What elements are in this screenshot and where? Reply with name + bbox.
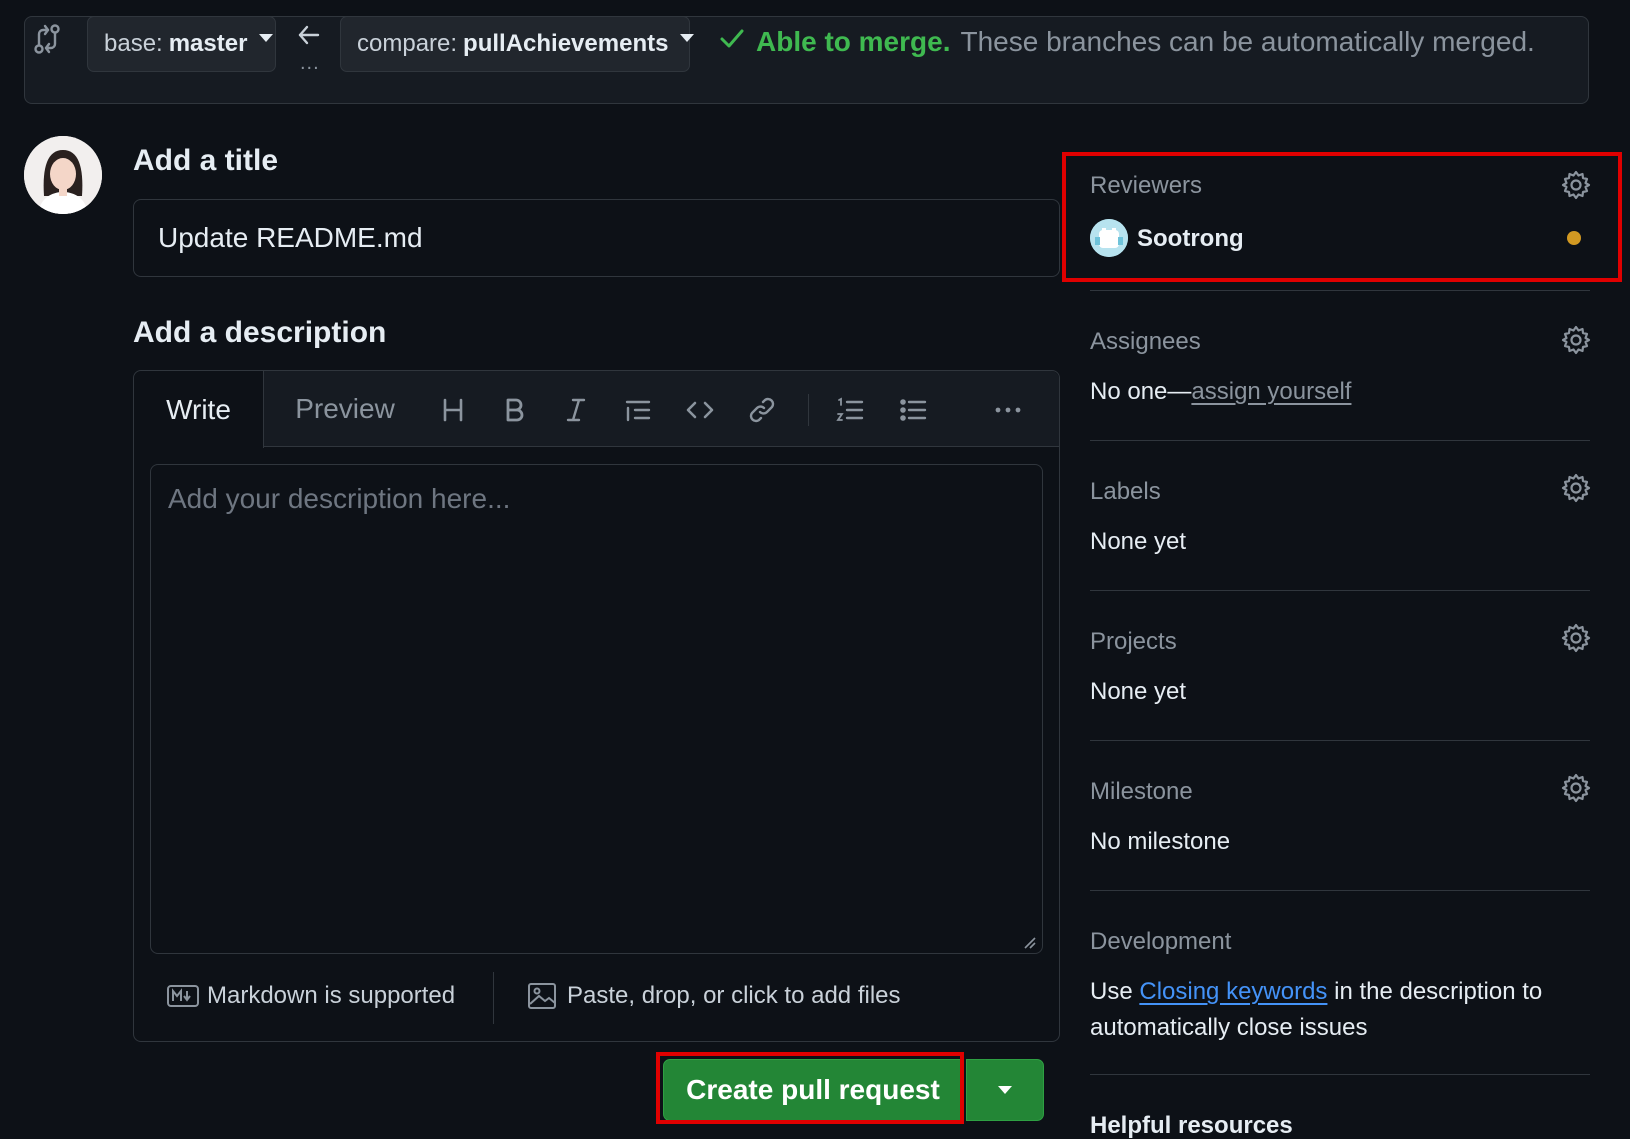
- sidebar-divider: [1090, 440, 1590, 441]
- sidebar-divider: [1090, 590, 1590, 591]
- title-heading: Add a title: [133, 144, 279, 177]
- reviewers-label: Reviewers: [1090, 172, 1203, 199]
- check-icon: [718, 24, 746, 59]
- projects-label: Projects: [1090, 628, 1177, 655]
- attach-note-text: Paste, drop, or click to add files: [567, 982, 901, 1009]
- unordered-list-icon[interactable]: [893, 390, 933, 430]
- heading-icon[interactable]: [433, 390, 473, 430]
- review-pending-icon: [1567, 231, 1581, 245]
- create-options-dropdown[interactable]: [966, 1059, 1044, 1121]
- quote-icon[interactable]: [618, 390, 658, 430]
- compare-label: compare:: [357, 30, 458, 57]
- development-text: Use Closing keywords in the description …: [1090, 974, 1610, 1046]
- projects-gear-icon[interactable]: [1560, 622, 1592, 654]
- italic-icon[interactable]: [556, 390, 596, 430]
- development-text-before: Use: [1090, 978, 1140, 1005]
- markdown-note[interactable]: Markdown is supported: [167, 982, 455, 1010]
- image-icon: [527, 982, 557, 1010]
- assignees-gear-icon[interactable]: [1560, 324, 1592, 356]
- milestone-value: No milestone: [1090, 828, 1231, 855]
- sidebar-divider: [1090, 1074, 1590, 1075]
- assignees-label: Assignees: [1090, 328, 1201, 355]
- markdown-icon: [167, 985, 199, 1007]
- git-compare-icon: [32, 22, 62, 56]
- base-branch-dropdown[interactable]: base: master: [87, 16, 276, 72]
- assignees-none-text: No one—: [1090, 378, 1192, 405]
- bold-icon[interactable]: [494, 390, 534, 430]
- compare-branch-dropdown[interactable]: compare: pullAchievements: [340, 16, 695, 72]
- title-input[interactable]: [133, 199, 1060, 277]
- arrow-left-icon: [296, 20, 322, 50]
- code-icon[interactable]: [680, 390, 720, 430]
- avatar[interactable]: [24, 136, 102, 214]
- markdown-note-text: Markdown is supported: [207, 982, 456, 1009]
- toolbar-divider: [808, 394, 809, 426]
- ordered-list-icon[interactable]: [830, 390, 870, 430]
- reviewer-name[interactable]: Sootrong: [1137, 225, 1244, 253]
- link-icon[interactable]: [742, 390, 782, 430]
- projects-value: None yet: [1090, 678, 1187, 705]
- reviewer-avatar[interactable]: [1090, 219, 1128, 257]
- development-label: Development: [1090, 928, 1232, 955]
- tab-preview[interactable]: Preview: [280, 371, 410, 447]
- chevron-down-icon: [998, 1086, 1012, 1094]
- assign-yourself-link[interactable]: assign yourself: [1191, 378, 1351, 405]
- base-label: base:: [104, 30, 163, 57]
- description-textarea[interactable]: [150, 464, 1043, 954]
- labels-label: Labels: [1090, 478, 1161, 505]
- create-pull-request-button[interactable]: Create pull request: [663, 1059, 963, 1121]
- sidebar-divider: [1090, 890, 1590, 891]
- chevron-down-icon: [259, 34, 274, 42]
- milestone-gear-icon[interactable]: [1560, 772, 1592, 804]
- footer-divider: [493, 972, 494, 1024]
- closing-keywords-link[interactable]: Closing keywords: [1139, 978, 1327, 1005]
- more-icon[interactable]: [988, 390, 1028, 430]
- assignees-value: No one—assign yourself: [1090, 378, 1351, 406]
- merge-message: These branches can be automatically merg…: [960, 25, 1535, 57]
- attach-files-button[interactable]: Paste, drop, or click to add files: [527, 982, 901, 1010]
- labels-gear-icon[interactable]: [1560, 472, 1592, 504]
- sidebar-divider: [1090, 740, 1590, 741]
- base-branch-name: master: [168, 30, 248, 57]
- chevron-down-icon: [680, 34, 695, 42]
- sidebar-divider: [1090, 290, 1590, 291]
- merge-ok-text: Able to merge.: [756, 25, 951, 57]
- helpful-resources-heading: Helpful resources: [1090, 1112, 1293, 1139]
- arrow-dots: ...: [300, 52, 320, 74]
- resize-handle-icon[interactable]: [1022, 935, 1036, 949]
- tab-write[interactable]: Write: [134, 371, 264, 448]
- reviewers-gear-icon[interactable]: [1560, 169, 1592, 201]
- compare-branch-name: pullAchievements: [463, 30, 669, 57]
- description-heading: Add a description: [133, 316, 387, 349]
- merge-status: Able to merge. These branches can be aut…: [718, 24, 1535, 59]
- milestone-label: Milestone: [1090, 778, 1193, 805]
- labels-value: None yet: [1090, 528, 1187, 555]
